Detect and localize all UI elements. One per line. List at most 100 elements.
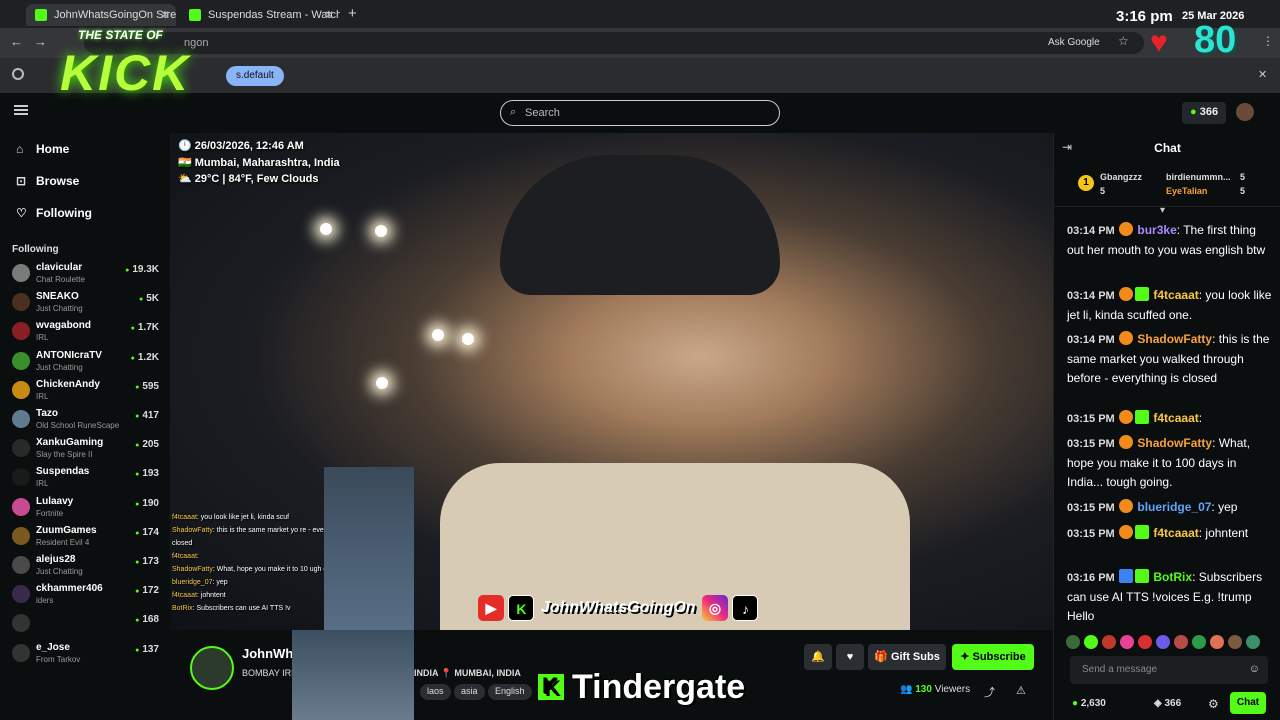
emote-icon[interactable] <box>1084 635 1098 649</box>
new-tab-icon[interactable]: + <box>348 5 357 22</box>
channel-avatar <box>12 643 30 662</box>
gift-icon: 🎁 <box>874 651 888 663</box>
chat-message[interactable]: 03:15 PM f4tcaaat: johntent <box>1067 524 1273 544</box>
emote-icon[interactable] <box>1210 635 1224 649</box>
chat-username[interactable]: BotRix <box>1153 570 1192 584</box>
emote-icon[interactable] <box>1138 635 1152 649</box>
bot-badge-icon <box>1119 569 1134 583</box>
hamburger-menu-icon[interactable] <box>14 105 28 115</box>
chat-username[interactable]: ShadowFatty <box>1137 436 1212 450</box>
following-channel[interactable]: ckhammer406iders 172 <box>12 582 162 610</box>
chat-username[interactable]: bur3ke <box>1137 223 1176 237</box>
kicks-value: 2,630 <box>1080 698 1106 709</box>
chat-message[interactable]: 03:16 PM BotRix: Subscribers can use AI … <box>1067 568 1273 626</box>
subscribe-button[interactable]: ✦ Subscribe <box>952 644 1034 670</box>
url-field[interactable]: ngon <box>84 32 1144 54</box>
user-avatar[interactable] <box>1236 103 1254 121</box>
tag-asia[interactable]: asia <box>454 684 485 700</box>
menu-dots-icon[interactable]: ⋮ <box>1262 34 1274 48</box>
following-channel[interactable]: Tazo Old School RuneScape 417 <box>12 407 162 435</box>
expand-pinned-icon[interactable]: ▾ <box>1160 205 1165 216</box>
chat-message[interactable]: 03:15 PM f4tcaaat: <box>1067 409 1273 429</box>
close-tab-icon[interactable]: ✕ <box>160 8 170 22</box>
emote-icon[interactable] <box>1156 635 1170 649</box>
report-icon[interactable]: ⚠ <box>1016 684 1026 697</box>
following-channel[interactable]: SNEAKOJust Chatting 5K <box>12 290 162 318</box>
gift-subs-button[interactable]: 🎁 Gift Subs <box>868 644 946 670</box>
channel-category: Chat Roulette <box>36 275 85 284</box>
search-input[interactable]: ⌕ Search <box>500 100 780 126</box>
share-icon[interactable]: ⤴ <box>984 684 995 700</box>
emote-icon[interactable] <box>1102 635 1116 649</box>
chat-message[interactable]: 03:14 PM f4tcaaat: you look like jet li,… <box>1067 286 1273 325</box>
following-channel[interactable]: e_JoseFrom Tarkov 137 <box>12 641 162 669</box>
chat-message[interactable]: 03:14 PM bur3ke: The first thing out her… <box>1067 221 1273 260</box>
following-channel[interactable]: ZuumGamesResident Evil 4 174 <box>12 524 162 552</box>
chat-username[interactable]: blueridge_07 <box>1137 500 1211 514</box>
following-channel[interactable]: wvagabondIRL 1.7K <box>12 319 162 347</box>
following-channel[interactable]: SuspendasIRL 193 <box>12 465 162 493</box>
emote-icon[interactable] <box>1228 635 1242 649</box>
nav-home[interactable]: ⌂ Home <box>16 142 69 156</box>
following-channel[interactable]: clavicular Chat Roulette 19.3K <box>12 261 162 289</box>
back-icon[interactable]: ← <box>10 34 23 49</box>
channel-name: SNEAKO <box>36 291 79 303</box>
following-channel[interactable]: ANTONIcraTVJust Chatting 1.2K <box>12 349 162 377</box>
emoji-icon[interactable]: ☺ <box>1249 663 1260 675</box>
chat-message[interactable]: 03:15 PM blueridge_07: yep <box>1067 498 1273 518</box>
gifter-name[interactable]: birdienummn... <box>1166 172 1231 182</box>
following-channel[interactable]: LulaavyFortnite 190 <box>12 495 162 523</box>
nav-following[interactable]: ♡ Following <box>16 206 92 220</box>
chat-settings-icon[interactable]: ⚙ <box>1208 697 1219 711</box>
video-player[interactable]: 🕛 26/03/2026, 12:46 AM 🇮🇳 Mumbai, Mahara… <box>170 133 1053 630</box>
streamer-avatar[interactable] <box>190 646 234 690</box>
channel-viewers: 205 <box>135 439 159 450</box>
overlay-chat-text: : johntent <box>196 592 226 599</box>
star-icon[interactable]: ☆ <box>1118 34 1129 48</box>
emote-icon[interactable] <box>1192 635 1206 649</box>
following-channel[interactable]: ChickenAndyIRL 595 <box>12 378 162 406</box>
notify-bell-button[interactable]: 🔔 <box>804 644 832 670</box>
emote-icon[interactable] <box>1120 635 1134 649</box>
overlay-datetime: 🕛 26/03/2026, 12:46 AM <box>178 140 304 152</box>
gift-subs-label: Gift Subs <box>890 651 940 663</box>
street-lamp <box>376 377 388 389</box>
logo-main-text: KICK <box>60 45 191 101</box>
overlay-chat-line: f4tcaaat: <box>172 550 472 563</box>
nav-browse[interactable]: ⊡ Browse <box>16 174 79 188</box>
gifter-name[interactable]: Gbangzzz <box>1100 172 1142 182</box>
following-channel[interactable]: XankuGamingSlay the Spire II 205 <box>12 436 162 464</box>
follow-button[interactable]: ♥ <box>836 644 864 670</box>
chat-message[interactable]: 03:14 PM ShadowFatty: this is the same m… <box>1067 330 1273 388</box>
kicks-balance[interactable]: ● 2,630 <box>1072 698 1106 709</box>
verified-badge-icon <box>1135 569 1150 583</box>
chat-username[interactable]: f4tcaaat <box>1153 526 1198 540</box>
state-of-kick-logo: THE STATE OF KICK <box>40 22 240 112</box>
kicks-count: 366 <box>1199 106 1219 118</box>
kicks-balance-button[interactable]: ● 366 <box>1182 102 1226 124</box>
points-balance[interactable]: ◈ 366 <box>1154 698 1181 709</box>
gifter-name[interactable]: EyeTalian <box>1166 186 1207 196</box>
chat-username[interactable]: f4tcaaat <box>1153 411 1198 425</box>
chat-message[interactable]: 03:15 PM ShadowFatty: What, hope you mak… <box>1067 434 1273 492</box>
tag-laos[interactable]: laos <box>420 684 451 700</box>
kick-logo-icon: K <box>538 674 564 700</box>
emote-icon[interactable] <box>1174 635 1188 649</box>
emote-icon[interactable] <box>1246 635 1260 649</box>
close-tab-icon[interactable]: ✕ <box>324 8 334 22</box>
tag-english[interactable]: English <box>488 684 532 700</box>
viewer-count-value: 130 <box>915 684 932 695</box>
search-placeholder: Search <box>525 107 560 119</box>
overlay-chat-user: f4tcaaat <box>172 553 197 560</box>
emote-icon[interactable] <box>1066 635 1080 649</box>
send-chat-button[interactable]: Chat <box>1230 692 1266 714</box>
following-channel[interactable]: alejus28 Just Chatting 173 <box>12 553 162 581</box>
chat-message-input[interactable]: Send a message ☺ <box>1070 656 1268 684</box>
ask-google-button[interactable]: Ask Google <box>1040 34 1108 52</box>
close-infobar-icon[interactable]: ✕ <box>1258 68 1267 81</box>
chat-username[interactable]: ShadowFatty <box>1137 332 1212 346</box>
chat-username[interactable]: f4tcaaat <box>1153 288 1198 302</box>
channel-avatar <box>12 439 30 458</box>
following-channel[interactable]: 168 <box>12 611 162 639</box>
channel-name: ZuumGames <box>36 524 97 536</box>
